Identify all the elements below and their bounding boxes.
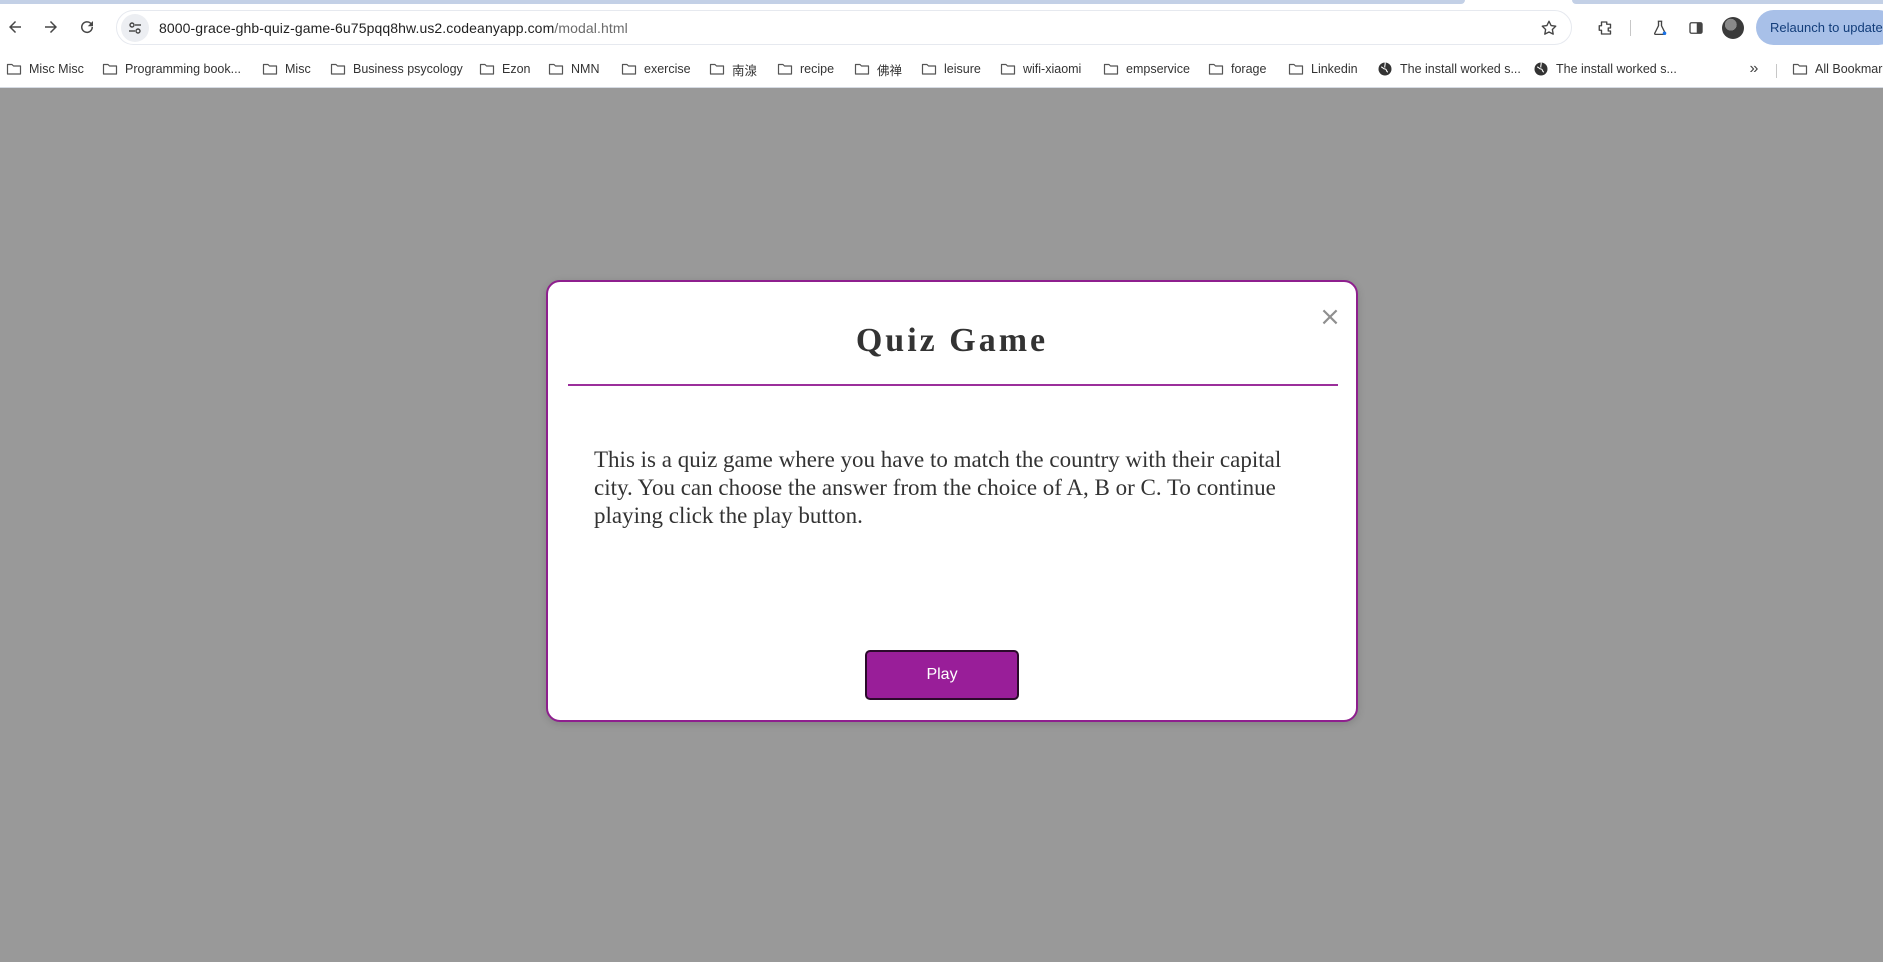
bookmark-label: forage (1231, 62, 1267, 76)
browser-toolbar: 8000-grace-ghb-quiz-game-6u75pqq8hw.us2.… (0, 8, 1883, 48)
modal-backdrop: × Quiz Game This is a quiz game where yo… (0, 88, 1883, 962)
bookmark-item[interactable]: Misc (262, 58, 311, 80)
folder-icon (330, 61, 346, 77)
bookmark-label: leisure (944, 62, 981, 76)
bookmark-item[interactable]: forage (1208, 58, 1266, 80)
bookmarks-bar: Misc Misc Programming book... Misc Busin… (0, 54, 1883, 82)
bookmark-item[interactable]: NMN (548, 58, 599, 80)
bookmark-label: Misc (285, 62, 311, 76)
bookmark-item[interactable]: Business psycology (330, 58, 463, 80)
bookmark-label: NMN (571, 62, 600, 76)
bookmark-star-icon[interactable] (1537, 16, 1561, 40)
labs-flask-icon[interactable] (1646, 14, 1674, 42)
folder-icon (709, 61, 725, 77)
bookmark-item[interactable]: empservice (1103, 58, 1190, 80)
folder-icon (1103, 61, 1119, 77)
bookmark-item[interactable]: The install worked s... (1533, 58, 1677, 80)
folder-icon (854, 61, 870, 77)
folder-icon (6, 61, 22, 77)
bookmark-label: Linkedin (1311, 62, 1358, 76)
url-path: /modal.html (554, 19, 628, 36)
folder-icon (921, 61, 937, 77)
bookmark-label: Programming book... (125, 62, 242, 76)
url-text[interactable]: 8000-grace-ghb-quiz-game-6u75pqq8hw.us2.… (159, 20, 628, 36)
bookmark-item[interactable]: recipe (777, 58, 834, 80)
folder-icon (1208, 61, 1224, 77)
folder-icon (479, 61, 495, 77)
bookmark-item[interactable]: The install worked s... (1377, 58, 1521, 80)
bookmark-label: Ezon (502, 62, 531, 76)
address-bar[interactable]: 8000-grace-ghb-quiz-game-6u75pqq8hw.us2.… (116, 10, 1572, 45)
bookmark-label: exercise (644, 62, 691, 76)
bookmark-item[interactable]: Linkedin (1288, 58, 1358, 80)
folder-icon (548, 61, 564, 77)
browser-chrome: 8000-grace-ghb-quiz-game-6u75pqq8hw.us2.… (0, 0, 1883, 88)
tab-strip-segment (1572, 0, 1883, 4)
all-bookmarks-button[interactable]: All Bookmarks (1792, 58, 1883, 80)
title-divider (568, 384, 1338, 386)
bookmark-item[interactable]: exercise (621, 58, 691, 80)
bookmark-label: recipe (800, 62, 835, 76)
folder-icon (1288, 61, 1304, 77)
more-bookmarks-chevron-icon[interactable]: » (1744, 58, 1764, 80)
bookmark-label: The install worked s... (1400, 62, 1521, 76)
quiz-intro-modal: × Quiz Game This is a quiz game where yo… (546, 280, 1358, 722)
site-settings-icon[interactable] (121, 13, 149, 42)
extensions-icon[interactable] (1592, 14, 1620, 42)
all-bookmarks-label: All Bookmarks (1815, 62, 1883, 76)
globe-icon (1533, 61, 1549, 77)
bookmark-label: The install worked s... (1556, 62, 1677, 76)
modal-description: This is a quiz game where you have to ma… (594, 447, 1282, 528)
url-host: 8000-grace-ghb-quiz-game-6u75pqq8hw.us2.… (159, 19, 555, 36)
back-icon[interactable] (0, 12, 30, 42)
globe-icon (1377, 61, 1393, 77)
tab-strip-segment (0, 0, 1465, 4)
relaunch-to-update-button[interactable]: Relaunch to update (1756, 10, 1883, 45)
side-panel-icon[interactable] (1682, 14, 1710, 42)
bookmark-item[interactable]: 南湶 (709, 58, 757, 80)
toolbar-separator (1630, 20, 1631, 36)
folder-icon (1792, 61, 1808, 77)
folder-icon (777, 61, 793, 77)
profile-avatar[interactable] (1722, 17, 1744, 39)
bookmarks-separator (1776, 64, 1777, 78)
bookmark-label: 佛禅 (877, 63, 903, 78)
bookmark-label: 南湶 (732, 63, 758, 78)
bookmark-label: Business psycology (353, 62, 463, 76)
folder-icon (262, 61, 278, 77)
modal-title: Quiz Game (855, 322, 1049, 359)
bookmark-item[interactable]: leisure (921, 58, 981, 80)
play-button[interactable]: Play (865, 650, 1019, 700)
folder-icon (621, 61, 637, 77)
bookmark-item[interactable]: Misc Misc (6, 58, 84, 80)
reload-icon[interactable] (72, 12, 102, 42)
bookmark-item[interactable]: Programming book... (102, 58, 241, 80)
bookmark-item[interactable]: 佛禅 (854, 58, 902, 80)
bookmark-item[interactable]: Ezon (479, 58, 531, 80)
bookmark-label: empservice (1126, 62, 1190, 76)
folder-icon (102, 61, 118, 77)
bookmark-label: wifi-xiaomi (1023, 62, 1082, 76)
tab-strip (0, 0, 1883, 4)
folder-icon (1000, 61, 1016, 77)
bookmark-label: Misc Misc (29, 62, 84, 76)
bookmark-item[interactable]: wifi-xiaomi (1000, 58, 1081, 80)
forward-icon[interactable] (36, 12, 66, 42)
